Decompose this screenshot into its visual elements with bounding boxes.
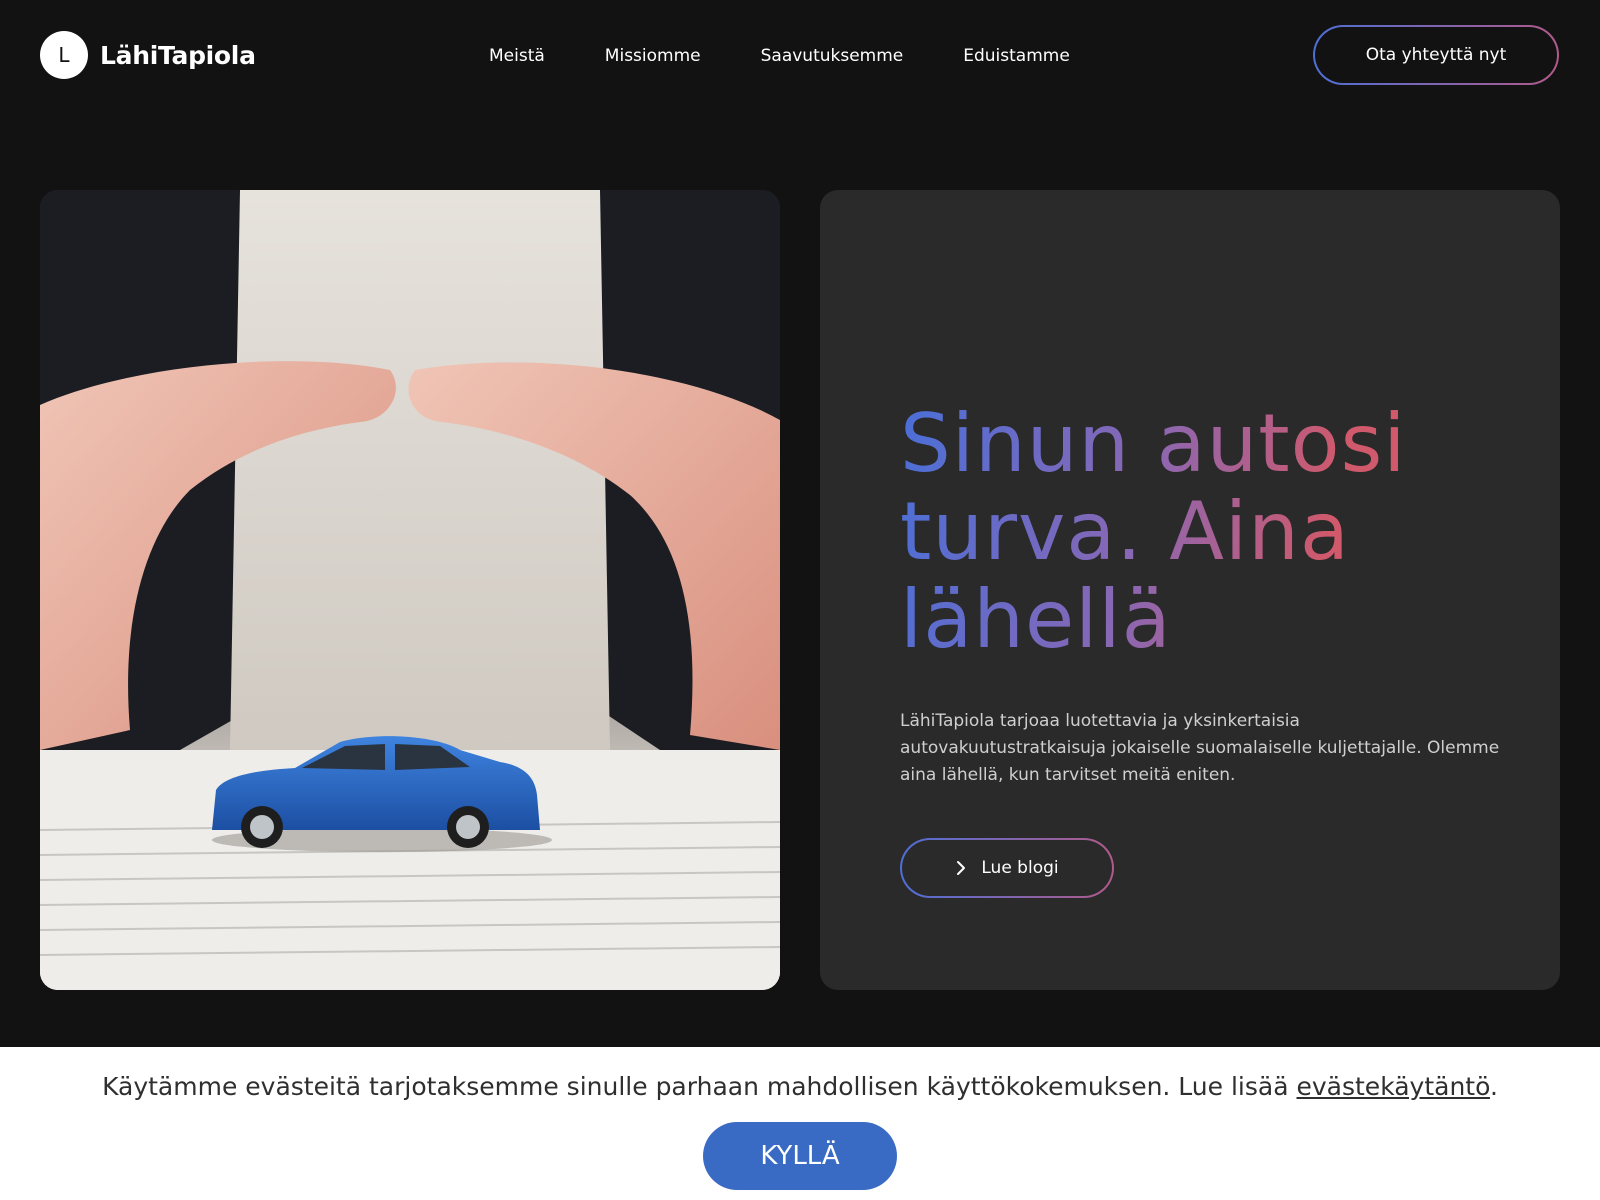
hands-protecting-toy-car-photo: [40, 190, 780, 990]
hero-title: Sinun autosi turva. Aina lähellä: [900, 400, 1500, 664]
hero-description: LähiTapiola tarjoaa luotettavia ja yksin…: [900, 711, 1500, 785]
nav-item-eduistamme[interactable]: Eduistamme: [963, 44, 1070, 68]
cookie-accept-button[interactable]: KYLLÄ: [703, 1122, 897, 1190]
cookie-text: Käytämme evästeitä tarjotaksemme sinulle…: [0, 1069, 1600, 1105]
main-nav: Meistä Missiomme Saavutuksemme Eduistamm…: [489, 44, 1130, 68]
logo-mark: L: [40, 31, 88, 79]
nav-item-missiomme[interactable]: Missiomme: [605, 44, 701, 68]
site-header: L LähiTapiola Meistä Missiomme Saavutuks…: [0, 0, 1600, 112]
hero-image: [40, 190, 780, 990]
cookie-message: Käytämme evästeitä tarjotaksemme sinulle…: [102, 1072, 1297, 1101]
hero-card: Sinun autosi turva. Aina lähellä LähiTap…: [820, 190, 1560, 990]
logo[interactable]: L LähiTapiola: [40, 31, 256, 79]
contact-button[interactable]: Ota yhteyttä nyt: [1313, 25, 1559, 85]
nav-item-meista[interactable]: Meistä: [489, 44, 545, 68]
cookie-suffix: .: [1489, 1072, 1498, 1101]
read-blog-button[interactable]: Lue blogi: [900, 838, 1114, 898]
nav-item-saavutuksemme[interactable]: Saavutuksemme: [761, 44, 904, 68]
cookie-policy-link[interactable]: evästekäytäntö: [1296, 1072, 1489, 1101]
logo-text: LähiTapiola: [100, 40, 256, 70]
cookie-banner: Käytämme evästeitä tarjotaksemme sinulle…: [0, 1047, 1600, 1200]
read-blog-label: Lue blogi: [981, 858, 1059, 878]
chevron-right-icon: [957, 861, 966, 875]
